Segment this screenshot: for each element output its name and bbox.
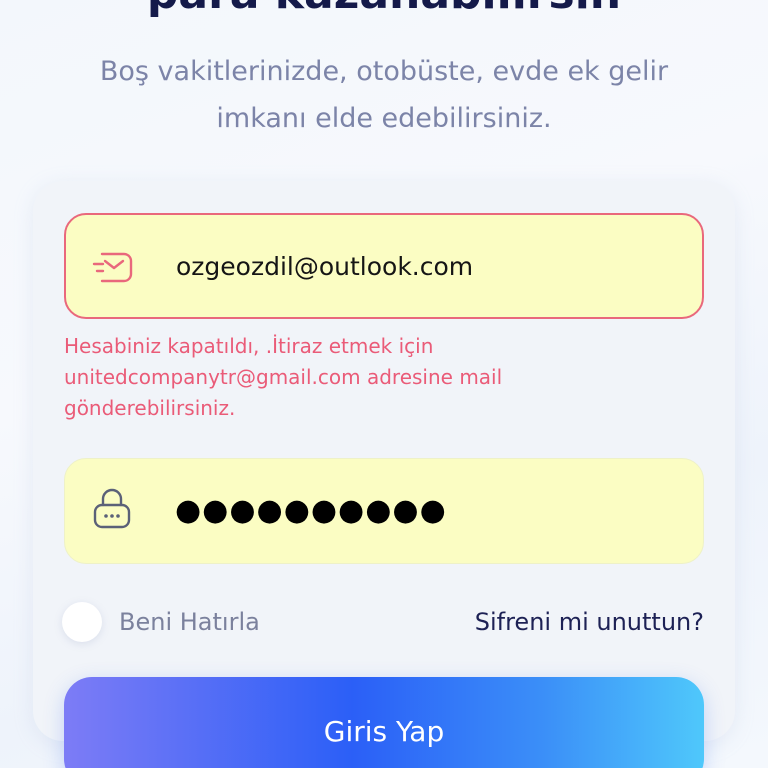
password-value: ●●●●●●●●●●	[175, 493, 447, 528]
subtitle-line: Boş vakitlerinizde, otobüste, evde ek ge…	[99, 56, 669, 87]
remember-me[interactable]: Beni Hatırla	[62, 601, 260, 643]
page-subtitle: Boş vakitlerinizde, otobüste, evde ek ge…	[0, 48, 768, 142]
error-line: gönderebilirsiniz.	[64, 396, 236, 420]
error-message: Hesabiniz kapatıldı, .İtiraz etmek için …	[64, 331, 704, 424]
error-line: unitedcompanytr@gmail.com adresine mail	[64, 365, 503, 389]
page-headline: para kazanabilirsin	[0, 0, 768, 18]
subtitle-line: imkanı elde edebilirsiniz.	[216, 103, 552, 134]
email-field[interactable]: ozgeozdil@outlook.com	[64, 213, 704, 319]
error-line: Hesabiniz kapatıldı, .İtiraz etmek için	[64, 334, 434, 358]
email-value: ozgeozdil@outlook.com	[176, 252, 474, 281]
lock-icon	[89, 488, 135, 531]
forgot-password-link[interactable]: Sifreni mi unuttun?	[475, 601, 704, 643]
login-button[interactable]: Giris Yap	[64, 677, 704, 768]
remember-label: Beni Hatırla	[119, 608, 260, 636]
password-field[interactable]: ●●●●●●●●●●	[64, 458, 704, 564]
remember-checkbox[interactable]	[62, 602, 102, 642]
mail-icon	[90, 247, 136, 287]
